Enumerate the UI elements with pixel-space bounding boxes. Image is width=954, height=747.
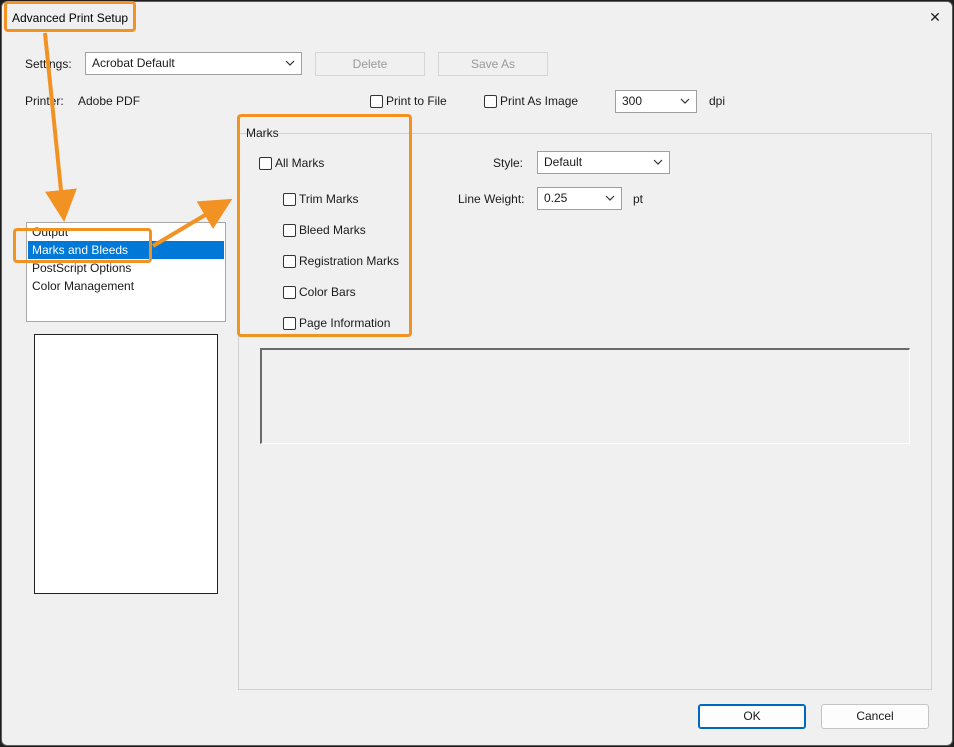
dpi-value: 300 [622, 94, 643, 108]
chevron-down-icon [653, 159, 663, 165]
nav-item-postscript-options[interactable]: PostScript Options [28, 259, 224, 277]
chevron-down-icon [605, 195, 615, 201]
settings-dropdown[interactable]: Acrobat Default [85, 52, 302, 75]
style-label: Style: [493, 156, 524, 170]
style-value: Default [544, 155, 583, 169]
cancel-button[interactable]: Cancel [821, 704, 929, 729]
checkbox-box[interactable] [283, 316, 296, 330]
nav-item-color-management[interactable]: Color Management [28, 277, 224, 295]
bleed-marks-label: Bleed Marks [299, 223, 366, 237]
all-marks-label: All Marks [275, 156, 325, 170]
registration-marks-label: Registration Marks [299, 254, 400, 268]
window-title: Advanced Print Setup [12, 11, 129, 25]
checkbox-box[interactable] [283, 223, 296, 237]
print-to-file-label: Print to File [386, 94, 447, 108]
nav-item-marks-and-bleeds[interactable]: Marks and Bleeds [28, 241, 224, 259]
print-as-image-label: Print As Image [500, 94, 579, 108]
trim-marks-checkbox[interactable]: Trim Marks [283, 192, 359, 206]
ok-button[interactable]: OK [698, 704, 806, 729]
line-weight-value: 0.25 [544, 191, 568, 205]
chevron-down-icon [680, 98, 690, 104]
print-to-file-checkbox[interactable]: Print to File [370, 94, 447, 108]
registration-marks-checkbox[interactable]: Registration Marks [283, 254, 399, 268]
marks-group-label: Marks [246, 126, 279, 140]
printer-label: Printer: [25, 94, 64, 108]
save-as-button[interactable]: Save As [438, 52, 548, 76]
close-icon[interactable]: ✕ [924, 7, 946, 27]
chevron-down-icon [285, 60, 295, 66]
checkbox-box[interactable] [283, 254, 296, 268]
checkbox-box[interactable] [283, 285, 296, 299]
line-weight-dropdown[interactable]: 0.25 [537, 187, 622, 210]
page-information-checkbox[interactable]: Page Information [283, 316, 390, 330]
color-bars-checkbox[interactable]: Color Bars [283, 285, 356, 299]
checkbox-box[interactable] [259, 156, 272, 170]
trim-marks-label: Trim Marks [299, 192, 359, 206]
checkbox-box[interactable] [370, 94, 383, 108]
settings-value: Acrobat Default [92, 56, 175, 70]
dpi-unit-label: dpi [709, 94, 726, 108]
advanced-print-setup-dialog: Advanced Print Setup ✕ Settings: Acrobat… [1, 1, 953, 746]
checkbox-box[interactable] [283, 192, 296, 206]
category-list: Output Marks and Bleeds PostScript Optio… [26, 222, 226, 322]
page-preview [34, 334, 218, 594]
all-marks-checkbox[interactable]: All Marks [259, 156, 324, 170]
print-as-image-checkbox[interactable]: Print As Image [484, 94, 578, 108]
color-bars-label: Color Bars [299, 285, 356, 299]
dpi-dropdown[interactable]: 300 [615, 90, 697, 113]
printer-name: Adobe PDF [78, 94, 141, 108]
checkbox-box[interactable] [484, 94, 497, 108]
line-weight-unit: pt [633, 192, 644, 206]
nav-item-output[interactable]: Output [28, 224, 224, 241]
settings-label: Settings: [25, 57, 72, 71]
line-weight-label: Line Weight: [458, 192, 525, 206]
page-information-label: Page Information [299, 316, 391, 330]
bleed-preview-area [260, 348, 910, 444]
delete-button[interactable]: Delete [315, 52, 425, 76]
title-bar: Advanced Print Setup ✕ [2, 2, 952, 33]
bleed-marks-checkbox[interactable]: Bleed Marks [283, 223, 366, 237]
style-dropdown[interactable]: Default [537, 151, 670, 174]
